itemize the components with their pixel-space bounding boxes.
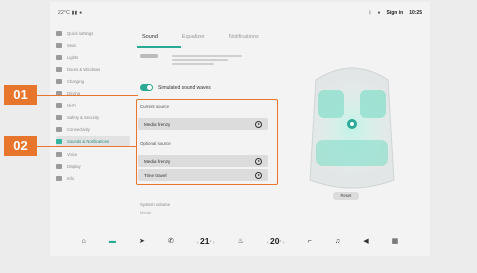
sidebar-item-safety[interactable]: Safety & Security (56, 112, 130, 122)
frame: 22°C ▮▮ ● ᛒ ● Sign in 10:25 Quick settin… (0, 0, 477, 273)
tab-bar: Sound Equalizer Notifications (142, 34, 259, 40)
sidebar-item-hifi[interactable]: Hi-Fi (56, 100, 130, 110)
system-volume-title: System volume (140, 202, 171, 207)
volume-icon[interactable]: ◀ (363, 237, 368, 245)
sidebar-item-quick-settings[interactable]: Quick settings (56, 28, 130, 38)
callout-01: 01 (4, 85, 37, 105)
speaker-icon (56, 102, 62, 108)
temperature-readout: 22°C (58, 10, 70, 16)
status-right: ᛒ ● Sign in 10:25 (368, 10, 422, 16)
sidebar-item-seat[interactable]: Seat (56, 40, 130, 50)
lights-icon (56, 54, 62, 60)
sidebar: Quick settings Seat Lights Doors & Windo… (50, 26, 132, 226)
music-icon[interactable]: ♫ (335, 238, 340, 245)
simulated-sound-label: Simulated sound waves (158, 84, 211, 91)
user-signin[interactable]: Sign in (387, 10, 404, 16)
callout-01-line (37, 95, 138, 96)
simulated-sound-toggle[interactable] (140, 84, 153, 91)
sidebar-item-doors-windows[interactable]: Doors & Windows (56, 64, 130, 74)
grid-icon[interactable]: ▦ (392, 237, 399, 245)
sound-mode-icon (140, 54, 158, 58)
car-cabin-illustration (308, 67, 396, 189)
shield-icon (56, 114, 62, 120)
callout-02-line (37, 146, 136, 147)
home-icon[interactable]: ⌂ (82, 238, 86, 245)
phone-icon[interactable]: ✆ (168, 237, 174, 245)
navigation-icon[interactable]: ➤ (139, 237, 145, 245)
sidebar-item-driving[interactable]: Driving (56, 88, 130, 98)
sound-icon (56, 138, 62, 144)
bottom-bar: ⌂ ▬ ➤ ✆ ‹ 21° › ♨ ‹ 20° › ⌐ ♫ ◀ ▦ (50, 226, 430, 256)
tab-equalizer[interactable]: Equalizer (182, 34, 205, 40)
seat-icon[interactable]: ⌐ (308, 238, 312, 245)
highlight-box (136, 99, 278, 185)
temp-right[interactable]: ‹ 20° › (267, 236, 285, 246)
seat-icon (56, 42, 62, 48)
tab-sound[interactable]: Sound (142, 34, 158, 40)
reset-button[interactable]: Reset (333, 192, 359, 200)
sidebar-item-voice[interactable]: Voice (56, 149, 130, 159)
car-icon[interactable]: ▬ (109, 238, 116, 245)
status-bar: 22°C ▮▮ ● ᛒ ● Sign in 10:25 (50, 2, 430, 22)
sound-description-placeholder (172, 55, 242, 67)
user-icon: ● (377, 10, 381, 16)
callout-02: 02 (4, 136, 37, 156)
bluetooth-icon: ᛒ (368, 10, 372, 16)
door-icon (56, 66, 62, 72)
microphone-icon (56, 151, 62, 157)
active-tab-indicator (137, 46, 181, 48)
seat-heat-icon[interactable]: ♨ (238, 237, 244, 245)
sidebar-item-display[interactable]: Display (56, 161, 130, 171)
sidebar-item-connectivity[interactable]: Connectivity (56, 124, 130, 134)
charging-icon (56, 78, 62, 84)
sidebar-item-lights[interactable]: Lights (56, 52, 130, 62)
temp-left[interactable]: ‹ 21° › (197, 236, 215, 246)
simulated-sound-row: Simulated sound waves (140, 84, 211, 91)
system-volume-media: Media (140, 210, 151, 215)
quick-settings-icon (56, 30, 62, 36)
sidebar-item-sounds[interactable]: Sounds & Notifications (56, 136, 130, 146)
status-left: 22°C ▮▮ ● (58, 10, 82, 16)
signal-icon: ▮▮ ● (71, 10, 83, 16)
display-icon (56, 163, 62, 169)
info-icon (56, 175, 62, 181)
sidebar-item-info[interactable]: Info (56, 173, 130, 183)
clock: 10:25 (409, 10, 422, 16)
sidebar-item-charging[interactable]: Charging (56, 76, 130, 86)
wifi-icon (56, 126, 62, 132)
tab-notifications[interactable]: Notifications (229, 34, 259, 40)
